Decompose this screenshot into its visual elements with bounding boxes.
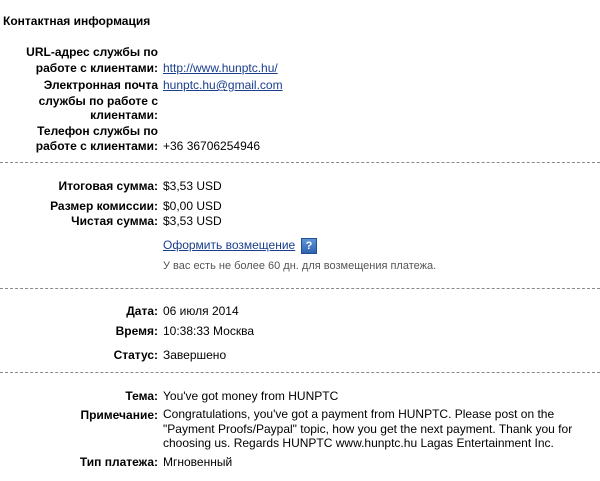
status-value: Завершено <box>163 348 227 362</box>
url-label-line2: работе с клиентами: <box>35 61 158 75</box>
divider <box>0 162 600 163</box>
total-label: Итоговая сумма: <box>58 179 158 193</box>
payment-type-value: Мгновенный <box>163 455 233 469</box>
refund-note: У вас есть не более 60 дн. для возмещени… <box>163 260 437 272</box>
url-label-line1: URL-адрес службы по <box>26 45 158 59</box>
time-value: 10:38:33 Москва <box>163 324 255 338</box>
help-icon[interactable]: ? <box>301 238 317 254</box>
net-value: $3,53 USD <box>163 214 222 228</box>
subject-label: Тема: <box>125 389 158 403</box>
divider <box>0 288 600 289</box>
phone-label-line2: работе с клиентами: <box>35 139 158 153</box>
memo-label: Примечание: <box>80 408 158 422</box>
payment-type-label: Тип платежа: <box>79 455 158 469</box>
date-value: 06 июля 2014 <box>163 304 239 318</box>
refund-link[interactable]: Оформить возмещение <box>163 237 295 253</box>
net-label: Чистая сумма: <box>71 214 158 228</box>
divider <box>0 372 600 373</box>
phone-label-line1: Телефон службы по <box>37 124 158 138</box>
fee-value: $0,00 USD <box>163 199 222 213</box>
status-label: Статус: <box>113 348 158 362</box>
email-label-line3: клиентами: <box>90 108 158 122</box>
service-email-link[interactable]: hunptc.hu@gmail.com <box>163 77 283 93</box>
section-title-contact: Контактная информация <box>3 14 151 28</box>
email-label-line1: Электронная почта <box>43 78 158 92</box>
time-label: Время: <box>115 324 158 338</box>
service-phone-value: +36 36706254946 <box>163 139 261 153</box>
fee-label: Размер комиссии: <box>50 199 158 213</box>
subject-value: You've got money from HUNPTC <box>163 389 339 403</box>
service-url-link[interactable]: http://www.hunptc.hu/ <box>163 60 278 76</box>
memo-value: Congratulations, you've got a payment fr… <box>163 407 573 450</box>
total-value: $3,53 USD <box>163 179 222 193</box>
date-label: Дата: <box>126 304 158 318</box>
